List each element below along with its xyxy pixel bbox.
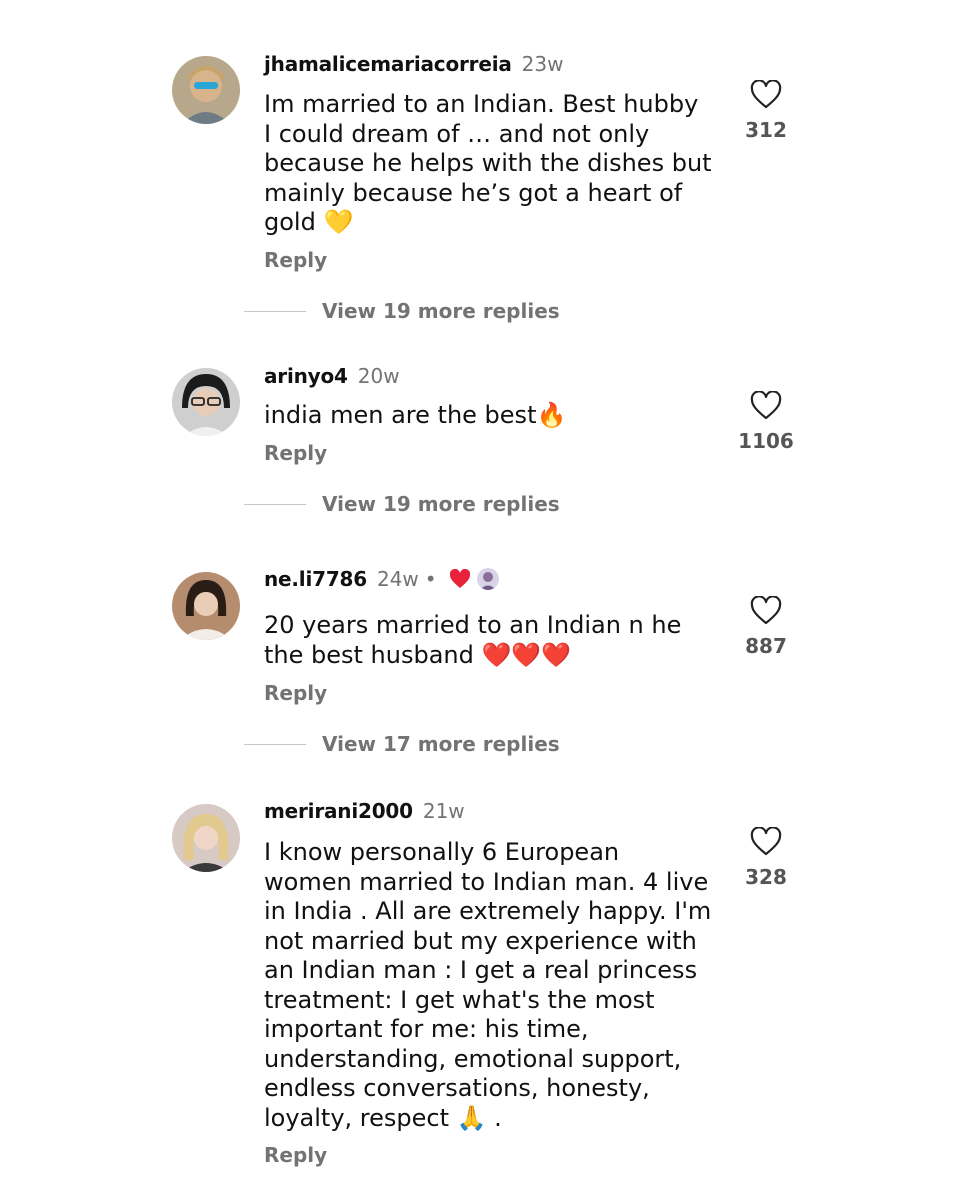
reply-button[interactable]: Reply [264,1143,327,1167]
comment-meta: jhamalicemariacorreia 23w [264,52,563,76]
timestamp: 23w [521,52,564,76]
avatar[interactable] [172,56,240,124]
timestamp: 21w [422,799,465,823]
creator-avatar-icon [476,568,499,590]
like-count: 887 [745,634,787,658]
avatar[interactable] [172,368,240,436]
comment-text: 20 years married to an Indian n he the b… [264,611,682,669]
avatar[interactable] [172,804,240,872]
username[interactable]: arinyo4 [264,364,348,388]
divider-line [244,503,306,505]
like-button[interactable]: 312 [726,80,806,142]
divider-line [244,743,306,745]
username[interactable]: merirani2000 [264,799,413,823]
comment-meta: ne.li7786 24w • [264,567,499,591]
user-avatar-icon [172,368,240,436]
heart-icon[interactable] [750,80,782,110]
reply-button[interactable]: Reply [264,248,327,272]
like-button[interactable]: 328 [726,827,806,889]
user-avatar-icon [172,572,240,640]
creator-liked-heart-icon [449,569,471,589]
user-avatar-icon [172,804,240,872]
comment-text: I know personally 6 European women marri… [264,838,712,1132]
comment-text: Im married to an Indian. Best hubby I co… [264,90,712,236]
view-replies-button[interactable]: View 17 more replies [244,732,560,756]
view-replies-button[interactable]: View 19 more replies [244,299,560,323]
like-count: 312 [745,118,787,142]
like-button[interactable]: 1106 [726,391,806,453]
like-count: 328 [745,865,787,889]
avatar[interactable] [172,572,240,640]
view-replies-label: View 19 more replies [322,492,560,516]
like-button[interactable]: 887 [726,596,806,658]
user-avatar-icon [172,56,240,124]
like-count: 1106 [738,429,794,453]
view-replies-label: View 17 more replies [322,732,560,756]
separator-dot: • [424,567,437,591]
username[interactable]: ne.li7786 [264,567,367,591]
heart-icon[interactable] [750,827,782,857]
timestamp: 20w [357,364,400,388]
view-replies-button[interactable]: View 19 more replies [244,492,560,516]
comment-meta: arinyo4 20w [264,364,400,388]
heart-icon[interactable] [750,596,782,626]
username[interactable]: jhamalicemariacorreia [264,52,512,76]
reply-button[interactable]: Reply [264,681,327,705]
divider-line [244,310,306,312]
comment-text: india men are the best🔥 [264,401,567,429]
timestamp: 24w [376,567,419,591]
heart-icon[interactable] [750,391,782,421]
comment-meta: merirani2000 21w [264,799,465,823]
reply-button[interactable]: Reply [264,441,327,465]
view-replies-label: View 19 more replies [322,299,560,323]
